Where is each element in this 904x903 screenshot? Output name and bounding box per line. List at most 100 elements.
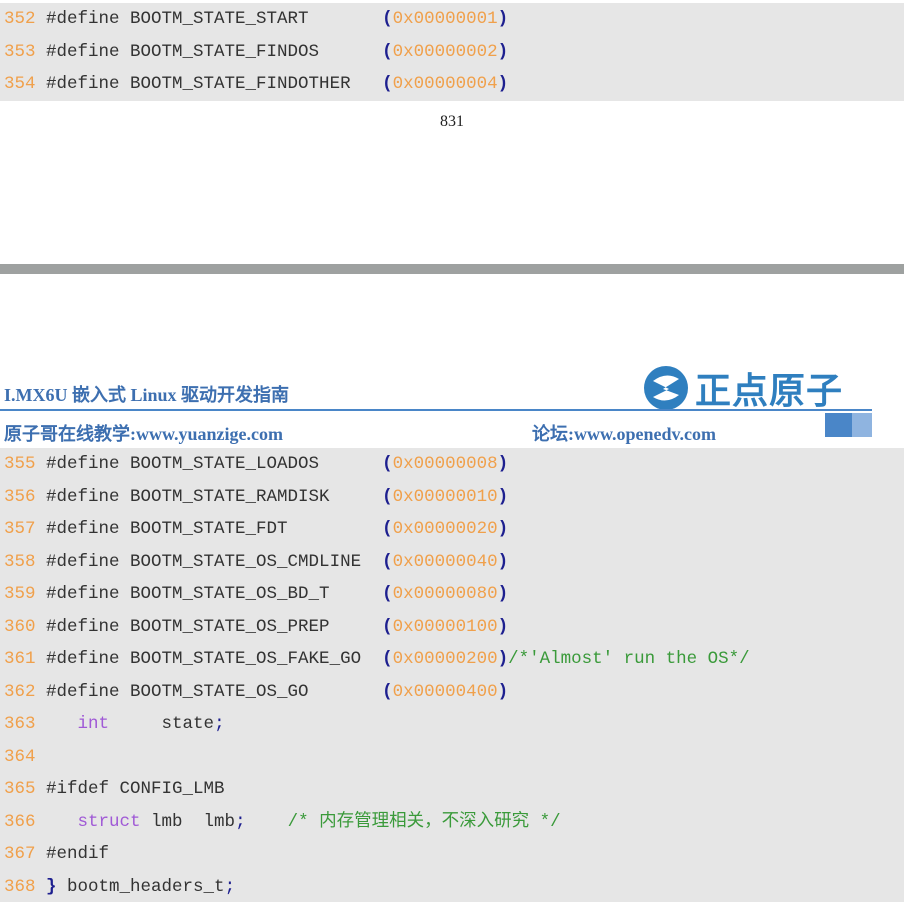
code-line: 364	[0, 741, 904, 774]
code-line: 360 #define BOOTM_STATE_OS_PREP (0x00000…	[0, 611, 904, 644]
brand-logo: 正点原子	[643, 362, 843, 414]
code-text: #define BOOTM_STATE_FINDOTHER	[36, 74, 383, 94]
code-text: #define BOOTM_STATE_OS_FAKE_GO	[36, 649, 383, 669]
code-line: 357 #define BOOTM_STATE_FDT (0x00000020)	[0, 513, 904, 546]
code-text: #define BOOTM_STATE_OS_BD_T	[36, 584, 383, 604]
code-text: state	[109, 714, 214, 734]
paren-open: (	[382, 487, 393, 507]
line-number: 367	[4, 844, 36, 864]
code-text: #define BOOTM_STATE_LOADOS	[36, 454, 383, 474]
line-number: 362	[4, 682, 36, 702]
code-line: 363 int state;	[0, 708, 904, 741]
paren-close: )	[498, 74, 509, 94]
code-text: #define BOOTM_STATE_FDT	[36, 519, 383, 539]
code-line: 354 #define BOOTM_STATE_FINDOTHER (0x000…	[0, 68, 904, 101]
hex-value: 0x00000020	[393, 519, 498, 539]
hex-value: 0x00000002	[393, 42, 498, 62]
paren-close: )	[498, 649, 509, 669]
line-number: 363	[4, 714, 36, 734]
paren-close: )	[498, 9, 509, 29]
line-number: 358	[4, 552, 36, 572]
code-indent	[36, 812, 78, 832]
document-title: I.MX6U 嵌入式 Linux 驱动开发指南	[4, 381, 289, 407]
code-line: 365 #ifdef CONFIG_LMB	[0, 773, 904, 806]
paren-close: )	[498, 519, 509, 539]
header-rule	[0, 409, 872, 411]
hex-value: 0x00000040	[393, 552, 498, 572]
code-line: 352 #define BOOTM_STATE_START (0x0000000…	[0, 3, 904, 36]
paren-open: (	[382, 682, 393, 702]
paren-close: )	[498, 584, 509, 604]
code-line: 362 #define BOOTM_STATE_OS_GO (0x0000040…	[0, 676, 904, 709]
code-line: 353 #define BOOTM_STATE_FINDOS (0x000000…	[0, 36, 904, 69]
code-semicolon: ;	[214, 714, 225, 734]
code-text: #ifdef CONFIG_LMB	[36, 779, 225, 799]
hex-value: 0x00000001	[393, 9, 498, 29]
paren-open: (	[382, 74, 393, 94]
code-block-bottom: 355 #define BOOTM_STATE_LOADOS (0x000000…	[0, 448, 904, 902]
code-comment: /* 内存管理相关，不深入研究 */	[246, 812, 561, 832]
line-number: 357	[4, 519, 36, 539]
code-indent	[36, 714, 78, 734]
code-line: 367 #endif	[0, 838, 904, 871]
brand-name: 正点原子	[695, 362, 843, 414]
hex-value: 0x00000100	[393, 617, 498, 637]
code-comment: /*'Almost' run the OS*/	[508, 649, 750, 669]
code-text: #define BOOTM_STATE_FINDOS	[36, 42, 383, 62]
paren-open: (	[382, 42, 393, 62]
line-number: 368	[4, 877, 36, 897]
hex-value: 0x00000200	[393, 649, 498, 669]
code-line: 359 #define BOOTM_STATE_OS_BD_T (0x00000…	[0, 578, 904, 611]
decorative-squares	[825, 413, 872, 437]
code-text: bootm_headers_t	[57, 877, 225, 897]
page-number: 831	[0, 113, 904, 131]
code-text: #define BOOTM_STATE_OS_CMDLINE	[36, 552, 383, 572]
line-number: 366	[4, 812, 36, 832]
code-text: lmb lmb	[141, 812, 236, 832]
code-line: 368 } bootm_headers_t;	[0, 871, 904, 903]
deco-square-dark	[825, 413, 852, 437]
code-text: #define BOOTM_STATE_OS_PREP	[36, 617, 383, 637]
line-number: 361	[4, 649, 36, 669]
hex-value: 0x00000080	[393, 584, 498, 604]
code-brace: }	[36, 877, 57, 897]
teaching-site-link[interactable]: 原子哥在线教学:www.yuanzige.com	[4, 420, 283, 446]
line-number: 359	[4, 584, 36, 604]
hex-value: 0x00000008	[393, 454, 498, 474]
line-number: 355	[4, 454, 36, 474]
brand-logo-icon	[643, 365, 689, 411]
code-line: 358 #define BOOTM_STATE_OS_CMDLINE (0x00…	[0, 546, 904, 579]
hex-value: 0x00000400	[393, 682, 498, 702]
paren-open: (	[382, 617, 393, 637]
paren-close: )	[498, 617, 509, 637]
line-number: 356	[4, 487, 36, 507]
code-text: #endif	[36, 844, 110, 864]
line-number: 364	[4, 747, 36, 767]
code-text: #define BOOTM_STATE_START	[36, 9, 383, 29]
hex-value: 0x00000010	[393, 487, 498, 507]
forum-link[interactable]: 论坛:www.openedv.com	[532, 420, 716, 446]
paren-close: )	[498, 42, 509, 62]
code-text: #define BOOTM_STATE_OS_GO	[36, 682, 383, 702]
paren-open: (	[382, 649, 393, 669]
deco-square-light	[852, 413, 872, 437]
code-line: 366 struct lmb lmb; /* 内存管理相关，不深入研究 */	[0, 806, 904, 839]
hex-value: 0x00000004	[393, 74, 498, 94]
line-number: 354	[4, 74, 36, 94]
line-number: 353	[4, 42, 36, 62]
paren-open: (	[382, 9, 393, 29]
code-text: #define BOOTM_STATE_RAMDISK	[36, 487, 383, 507]
code-line: 356 #define BOOTM_STATE_RAMDISK (0x00000…	[0, 481, 904, 514]
line-number: 360	[4, 617, 36, 637]
paren-close: )	[498, 682, 509, 702]
paren-open: (	[382, 519, 393, 539]
code-line: 361 #define BOOTM_STATE_OS_FAKE_GO (0x00…	[0, 643, 904, 676]
code-block-top: 352 #define BOOTM_STATE_START (0x0000000…	[0, 3, 904, 101]
code-line: 355 #define BOOTM_STATE_LOADOS (0x000000…	[0, 448, 904, 481]
page-separator	[0, 264, 904, 274]
code-semicolon: ;	[235, 812, 246, 832]
code-keyword: struct	[78, 812, 141, 832]
code-semicolon: ;	[225, 877, 236, 897]
line-number: 365	[4, 779, 36, 799]
paren-close: )	[498, 454, 509, 474]
